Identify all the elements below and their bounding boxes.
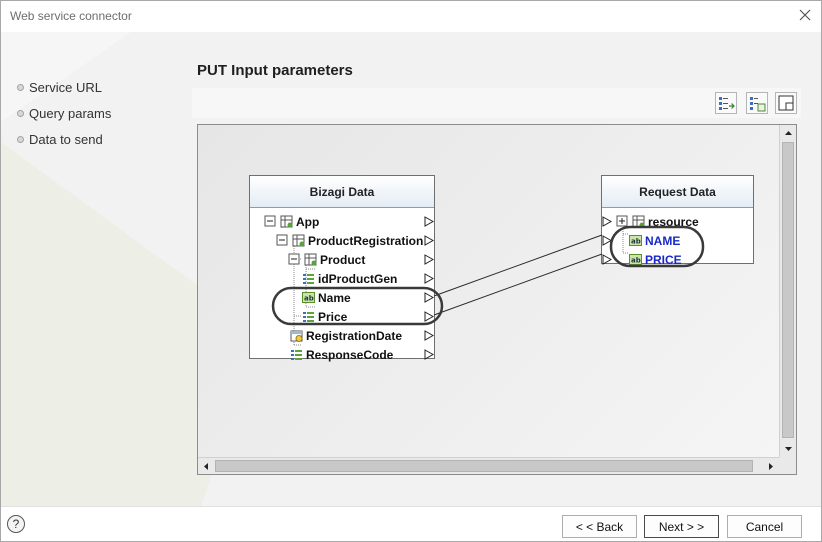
output-port-icon[interactable] [424,254,434,265]
vertical-scroll-thumb[interactable] [782,142,794,438]
tree-node-label: resource [648,214,699,229]
output-port-icon[interactable] [424,330,434,341]
output-port-icon[interactable] [424,216,434,227]
nav-item-query-params[interactable]: Query params [17,100,111,126]
mapping-canvas-viewport: Bizagi Data App ProductRegistration Prod… [197,124,797,475]
tree-node-app[interactable]: App [264,212,319,231]
vertical-scrollbar[interactable] [779,125,796,457]
mapping-line-price [433,253,603,316]
nav-item-label: Data to send [29,131,103,147]
entity-icon [632,215,645,228]
layout-icon [778,95,794,111]
output-port-icon[interactable] [424,235,434,246]
step-bullet-icon [17,83,24,91]
tree-node-id-product-gen[interactable]: idProductGen [302,269,397,288]
section-title: PUT Input parameters [197,62,353,79]
nav-item-service-url[interactable]: Service URL [17,74,111,100]
output-port-icon[interactable] [424,292,434,303]
tree-node-label: RegistrationDate [306,328,403,343]
layout-button[interactable] [775,92,797,114]
date-field-icon [290,330,303,342]
web-service-connector-window: Web service connector Service URL Query … [0,0,822,542]
tree-node-name[interactable]: ab Name [302,288,351,307]
map-by-name-button[interactable] [746,92,768,114]
horizontal-scroll-thumb[interactable] [215,460,753,472]
title-bar: Web service connector [1,1,821,32]
svg-text:ab: ab [631,238,641,246]
number-field-icon [303,274,314,284]
tree-node-registration-date[interactable]: RegistrationDate [290,326,402,345]
string-field-icon: ab [629,254,642,265]
tree-node-product-registration[interactable]: ProductRegistration [276,231,423,250]
tree-node-resource[interactable]: resource [616,212,699,231]
back-button[interactable]: < < Back [562,515,637,538]
mapping-canvas: Bizagi Data App ProductRegistration Prod… [198,125,779,457]
mapping-toolbar [192,88,801,118]
tree-node-price-target[interactable]: ab PRICE [629,250,682,269]
tree-node-product[interactable]: Product [288,250,365,269]
close-icon[interactable] [797,7,813,23]
scroll-up-icon[interactable] [780,125,797,142]
svg-text:ab: ab [631,257,641,265]
scrollbar-corner [779,457,796,474]
output-port-icon[interactable] [424,273,434,284]
tree-node-response-code[interactable]: ResponseCode [290,345,393,364]
bizagi-data-panel-title: Bizagi Data [250,176,434,208]
step-bullet-icon [17,135,24,143]
next-button[interactable]: Next > > [644,515,719,538]
tree-node-label: App [296,214,320,229]
scroll-left-icon[interactable] [198,458,215,475]
tree-node-label: Product [320,252,366,267]
tree-node-label: PRICE [645,252,682,267]
tree-node-label: ResponseCode [306,347,394,362]
collapse-icon[interactable] [288,253,301,266]
map-by-name-icon [750,97,766,112]
wizard-footer: ? < < Back Next > > Cancel [1,506,821,541]
input-port-icon[interactable] [602,235,612,246]
number-field-icon [291,350,302,360]
auto-map-button[interactable] [715,92,737,114]
svg-text:ab: ab [304,295,314,303]
tree-node-name-target[interactable]: ab NAME [629,231,680,250]
step-bullet-icon [17,109,24,117]
output-port-icon[interactable] [424,311,434,322]
bizagi-data-panel: Bizagi Data App ProductRegistration Prod… [249,175,435,362]
mapping-line-name [433,234,603,297]
tree-node-label: Price [318,309,348,324]
tree-node-price[interactable]: Price [302,307,347,326]
tree-node-label: NAME [645,233,681,248]
scroll-down-icon[interactable] [780,440,797,457]
horizontal-scrollbar[interactable] [198,457,779,474]
cancel-button[interactable]: Cancel [727,515,802,538]
request-data-panel-title: Request Data [602,176,753,208]
help-icon[interactable]: ? [7,515,25,533]
output-port-icon[interactable] [424,349,434,360]
request-data-panel: Request Data resource ab NAME ab PRICE [601,175,754,267]
entity-icon [280,215,293,228]
collapse-icon[interactable] [264,215,277,228]
string-field-icon: ab [302,292,315,303]
nav-item-data-to-send[interactable]: Data to send [17,126,111,152]
collapse-icon[interactable] [276,234,289,247]
window-title: Web service connector [10,9,132,23]
nav-item-label: Query params [29,105,112,121]
wizard-steps-nav: Service URL Query params Data to send [17,74,111,152]
auto-map-icon [719,97,735,110]
tree-node-label: idProductGen [318,271,398,286]
entity-icon [292,234,305,247]
wizard-body: Service URL Query params Data to send PU… [1,32,821,506]
expand-icon[interactable] [616,215,629,228]
entity-icon [304,253,317,266]
input-port-icon[interactable] [602,216,612,227]
string-field-icon: ab [629,235,642,246]
scroll-right-icon[interactable] [762,458,779,475]
tree-node-label: Name [318,290,351,305]
number-field-icon [303,312,314,322]
input-port-icon[interactable] [602,254,612,265]
nav-item-label: Service URL [29,79,102,95]
tree-node-label: ProductRegistration [308,233,424,248]
